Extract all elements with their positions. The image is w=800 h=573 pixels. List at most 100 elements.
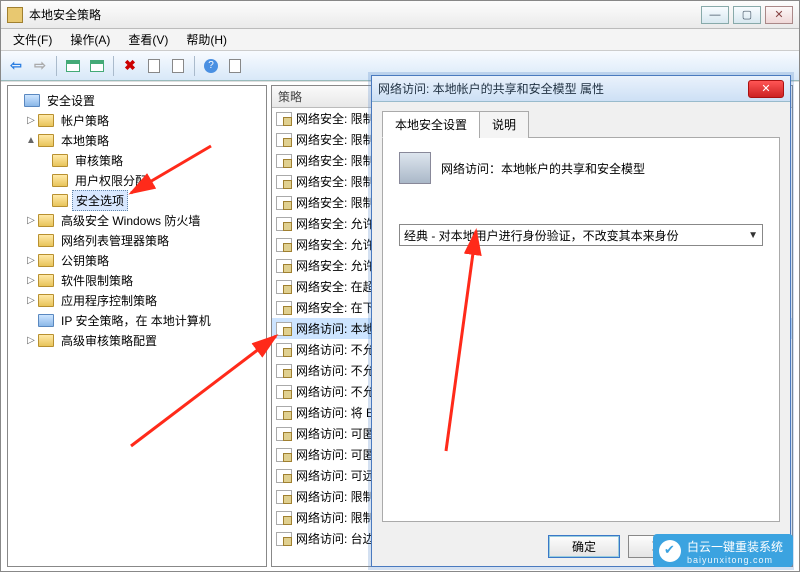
tree-root[interactable]: 安全设置 <box>10 90 264 110</box>
tree-netlist[interactable]: 网络列表管理器策略 <box>10 230 264 250</box>
dialog-tabs: 本地安全设置 说明 <box>382 110 780 138</box>
folder-icon <box>38 214 54 227</box>
policy-icon <box>276 469 292 483</box>
separator <box>194 56 195 76</box>
policy-icon <box>276 490 292 504</box>
tree-audit[interactable]: 审核策略 <box>10 150 264 170</box>
x-icon: ✖ <box>124 57 136 74</box>
shield-icon <box>24 94 40 107</box>
policy-dropdown[interactable]: 经典 - 对本地用户进行身份验证，不改变其本来身份 ▼ <box>399 224 763 246</box>
separator <box>56 56 57 76</box>
list-item-label: 网络安全: 限制 <box>296 110 375 127</box>
watermark-url: baiyunxitong.com <box>687 555 783 565</box>
policy-icon <box>276 427 292 441</box>
folder-icon <box>38 114 54 127</box>
watermark: 白云一键重装系统 baiyunxitong.com <box>653 534 793 567</box>
folder-icon <box>38 294 54 307</box>
policy-icon <box>276 280 292 294</box>
tab-local-security[interactable]: 本地安全设置 <box>382 111 480 138</box>
maximize-button[interactable]: ▢ <box>733 6 761 24</box>
ip-icon <box>38 314 54 327</box>
menu-help[interactable]: 帮助(H) <box>178 29 235 50</box>
tree-rights[interactable]: 用户权限分配 <box>10 170 264 190</box>
policy-icon <box>276 532 292 546</box>
folder-icon <box>52 154 68 167</box>
forward-button[interactable]: ⇨ <box>29 55 51 77</box>
list-item-label: 网络安全: 限制 <box>296 152 375 169</box>
export-icon <box>172 59 184 73</box>
list-item-label: 网络安全: 限制 <box>296 173 375 190</box>
folder-icon <box>38 234 54 247</box>
separator <box>113 56 114 76</box>
dialog-close-button[interactable]: ✕ <box>748 80 784 98</box>
properties-dialog: 网络访问: 本地帐户的共享和安全模型 属性 ✕ 本地安全设置 说明 网络访问：本… <box>371 75 791 567</box>
titlebar: 本地安全策略 — ▢ ✕ <box>1 1 799 29</box>
list-item-label: 网络安全: 限制 <box>296 131 375 148</box>
menu-view[interactable]: 查看(V) <box>120 29 176 50</box>
chevron-down-icon: ▼ <box>748 230 758 241</box>
policy-icon <box>276 364 292 378</box>
policy-icon <box>276 196 292 210</box>
folder-icon <box>38 274 54 287</box>
policy-icon <box>276 217 292 231</box>
list-item-label: 网络安全: 允许 <box>296 215 375 232</box>
menu-action[interactable]: 操作(A) <box>62 29 118 50</box>
dialog-titlebar[interactable]: 网络访问: 本地帐户的共享和安全模型 属性 ✕ <box>372 76 790 102</box>
help-icon: ? <box>204 59 218 73</box>
dropdown-value: 经典 - 对本地用户进行身份验证，不改变其本来身份 <box>404 227 679 244</box>
menubar: 文件(F) 操作(A) 查看(V) 帮助(H) <box>1 29 799 51</box>
policy-header: 网络访问：本地帐户的共享和安全模型 <box>399 152 763 184</box>
sheet-icon <box>148 59 160 73</box>
policy-icon <box>276 343 292 357</box>
policy-icon <box>276 406 292 420</box>
policy-icon <box>276 259 292 273</box>
tree-local[interactable]: ▲本地策略 <box>10 130 264 150</box>
nav-tree[interactable]: 安全设置 ▷帐户策略 ▲本地策略 审核策略 用户权限分配 安全选项 ▷高级安全 … <box>8 86 266 354</box>
tab-content: 网络访问：本地帐户的共享和安全模型 经典 - 对本地用户进行身份验证，不改变其本… <box>382 138 780 522</box>
tree-appctl[interactable]: ▷应用程序控制策略 <box>10 290 264 310</box>
folder-up-icon <box>66 60 80 72</box>
window-title: 本地安全策略 <box>29 6 701 23</box>
tool-help[interactable]: ? <box>200 55 222 77</box>
ok-button[interactable]: 确定 <box>548 535 620 558</box>
list-item-label: 网络安全: 限制 <box>296 194 375 211</box>
computer-icon <box>399 152 431 184</box>
tree-pubkey[interactable]: ▷公钥策略 <box>10 250 264 270</box>
tree-account[interactable]: ▷帐户策略 <box>10 110 264 130</box>
folder-icon <box>38 134 54 147</box>
policy-icon <box>276 301 292 315</box>
policy-icon <box>276 112 292 126</box>
policy-icon <box>276 511 292 525</box>
policy-icon <box>276 448 292 462</box>
back-button[interactable]: ⇦ <box>5 55 27 77</box>
policy-icon <box>276 238 292 252</box>
dialog-title: 网络访问: 本地帐户的共享和安全模型 属性 <box>378 80 748 97</box>
policy-name: 网络访问：本地帐户的共享和安全模型 <box>441 160 645 177</box>
policy-icon <box>276 175 292 189</box>
dialog-body: 本地安全设置 说明 网络访问：本地帐户的共享和安全模型 经典 - 对本地用户进行… <box>372 102 790 526</box>
window-controls: — ▢ ✕ <box>701 6 793 24</box>
tool-props[interactable] <box>143 55 165 77</box>
policy-icon <box>276 154 292 168</box>
tool-tree[interactable] <box>86 55 108 77</box>
tool-refresh[interactable] <box>224 55 246 77</box>
tool-export[interactable] <box>167 55 189 77</box>
tree-firewall[interactable]: ▷高级安全 Windows 防火墙 <box>10 210 264 230</box>
minimize-button[interactable]: — <box>701 6 729 24</box>
app-icon <box>7 7 23 23</box>
tree-ipsec[interactable]: IP 安全策略，在 本地计算机 <box>10 310 264 330</box>
refresh-icon <box>229 59 241 73</box>
tree-options[interactable]: 安全选项 <box>10 190 264 210</box>
folder-icon <box>38 334 54 347</box>
tool-up[interactable] <box>62 55 84 77</box>
tab-explain[interactable]: 说明 <box>479 111 529 138</box>
arrow-right-icon: ⇨ <box>34 57 46 74</box>
policy-icon <box>276 385 292 399</box>
folder-icon <box>52 174 68 187</box>
tree-advaudit[interactable]: ▷高级审核策略配置 <box>10 330 264 350</box>
tree-softres[interactable]: ▷软件限制策略 <box>10 270 264 290</box>
tool-delete[interactable]: ✖ <box>119 55 141 77</box>
folder-icon <box>38 254 54 267</box>
close-button[interactable]: ✕ <box>765 6 793 24</box>
menu-file[interactable]: 文件(F) <box>5 29 60 50</box>
